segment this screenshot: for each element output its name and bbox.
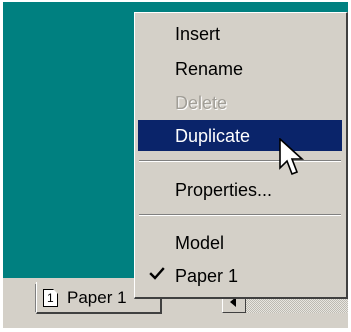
- menu-item-rename[interactable]: Rename: [138, 53, 342, 84]
- context-menu: Insert Rename Delete Duplicate Propertie…: [134, 12, 348, 299]
- menu-item-label: Paper 1: [175, 266, 239, 286]
- menu-item-label: Model: [175, 233, 225, 253]
- menu-item-delete: Delete: [138, 87, 342, 118]
- checkmark-icon: [149, 267, 165, 280]
- previous-tab-edge[interactable]: [3, 284, 36, 312]
- menu-item-insert[interactable]: Insert: [138, 18, 342, 49]
- menu-item-label: Properties...: [175, 180, 273, 200]
- menu-item-model[interactable]: Model: [138, 227, 342, 258]
- menu-item-paper-1[interactable]: Paper 1: [138, 260, 342, 291]
- menu-separator: [139, 160, 341, 162]
- arrow-cursor-icon: [279, 138, 305, 176]
- menu-separator: [139, 214, 341, 216]
- menu-item-label: Rename: [175, 59, 244, 79]
- menu-item-label: Insert: [175, 24, 221, 44]
- page-icon: 1: [43, 289, 58, 307]
- menu-item-label: Duplicate: [175, 126, 251, 146]
- menu-item-duplicate[interactable]: Duplicate: [138, 120, 342, 151]
- menu-item-properties[interactable]: Properties...: [138, 174, 342, 205]
- page-icon-number: 1: [47, 291, 54, 305]
- menu-item-label: Delete: [175, 93, 228, 113]
- tab-label: Paper 1: [67, 288, 127, 307]
